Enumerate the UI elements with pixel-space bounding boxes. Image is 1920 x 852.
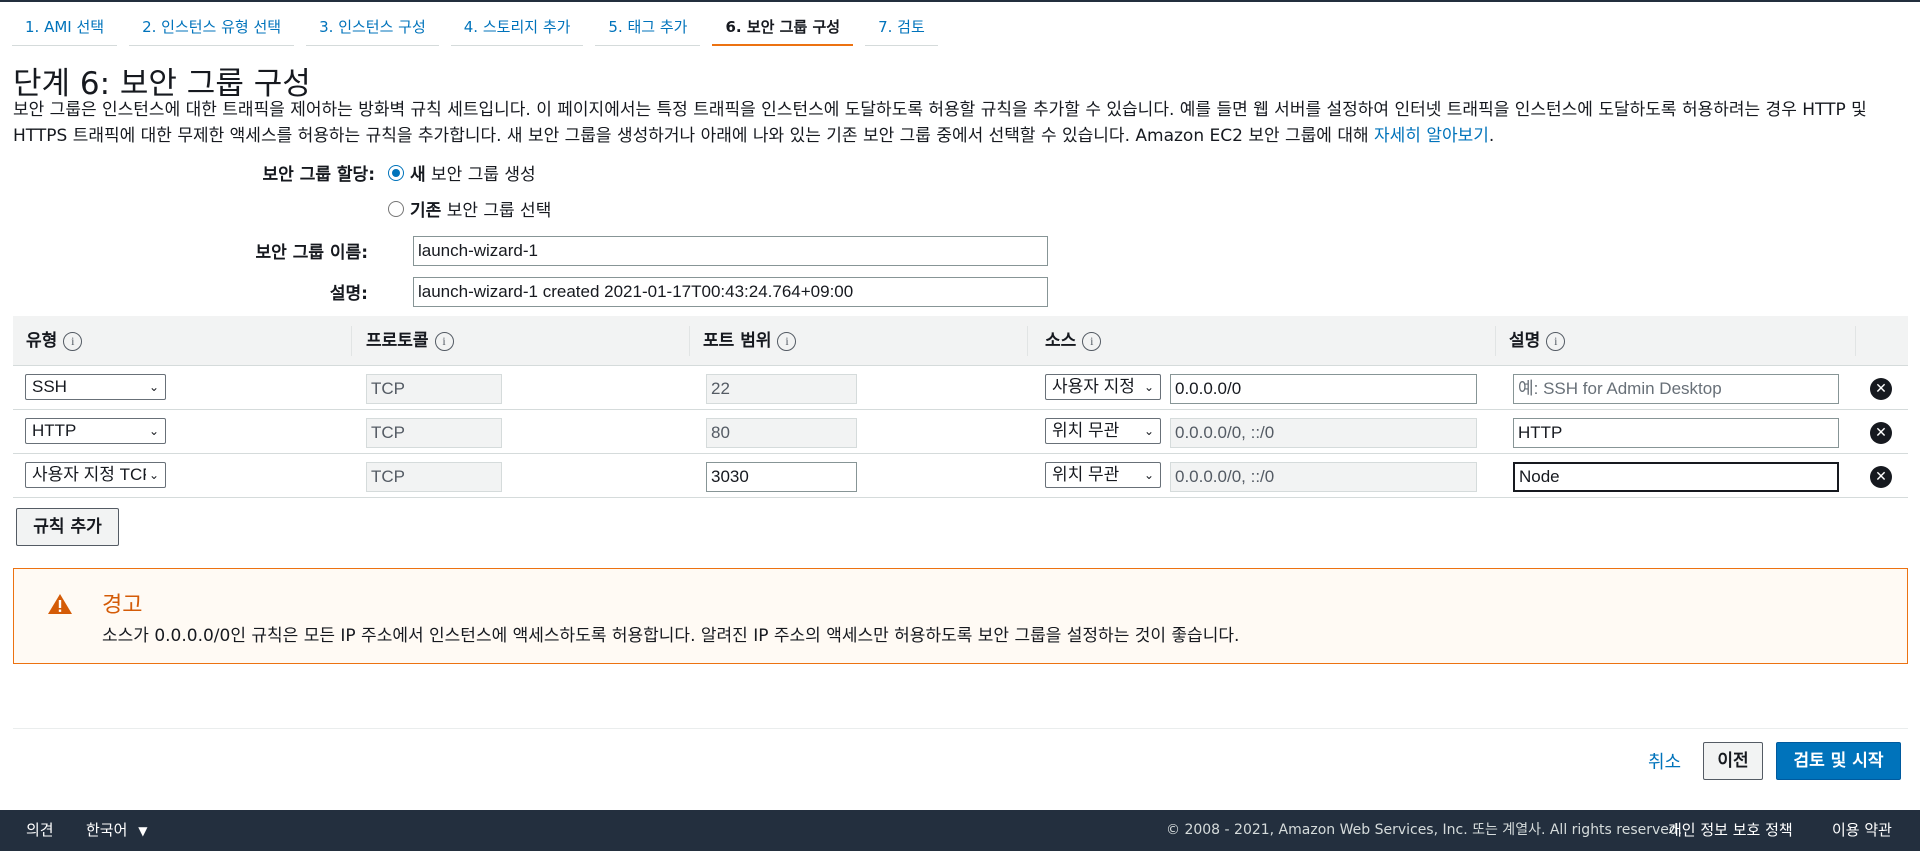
- header-type: 유형 i: [26, 316, 83, 366]
- tab-add-tags[interactable]: 5. 태그 추가: [595, 2, 701, 46]
- rule-protocol: TCP: [366, 418, 502, 448]
- rule-source-cidr: 0.0.0.0/0, ::/0: [1170, 418, 1477, 448]
- rules-table-header: 유형 i 프로토콜 i 포트 범위 i 소스 i 설명 i: [13, 316, 1908, 366]
- footer: 의견 한국어 ▼ © 2008 - 2021, Amazon Web Servi…: [0, 810, 1920, 851]
- sg-description-label: 설명:: [329, 284, 368, 304]
- table-row: HTTP ⌄ TCP 80 위치 무관 ⌄ 0.0.0.0/0, ::/0 HTTP…: [13, 410, 1908, 454]
- intro-end: .: [1488, 126, 1495, 146]
- tab-choose-ami[interactable]: 1. AMI 선택: [12, 2, 118, 46]
- warning-icon: [48, 594, 72, 614]
- warning-title: 경고: [102, 593, 143, 618]
- rule-source-cidr[interactable]: 0.0.0.0/0: [1170, 374, 1477, 404]
- rule-source-select[interactable]: 위치 무관 ⌄: [1045, 462, 1161, 488]
- learn-more-link[interactable]: 자세히 알아보기: [1374, 126, 1489, 146]
- rule-port-range: 80: [706, 418, 857, 448]
- rule-port-range: 22: [706, 374, 857, 404]
- chevron-down-icon: ⌄: [1141, 375, 1157, 399]
- cancel-button[interactable]: 취소: [1648, 748, 1681, 774]
- assign-sg-label: 보안 그룹 할당:: [262, 165, 375, 185]
- terms-link[interactable]: 이용 약관: [1832, 810, 1892, 851]
- wizard-steps: 1. AMI 선택 2. 인스턴스 유형 선택 3. 인스턴스 구성 4. 스토…: [12, 2, 950, 46]
- tab-choose-instance-type[interactable]: 2. 인스턴스 유형 선택: [129, 2, 295, 46]
- actions-divider: [13, 728, 1908, 729]
- rule-type-select[interactable]: 사용자 지정 TCP ⌄: [25, 462, 166, 488]
- caret-down-icon: ▼: [138, 824, 148, 838]
- radio-select-existing-label: 보안 그룹 선택: [446, 201, 552, 221]
- rule-description-input[interactable]: 예: SSH for Admin Desktop: [1513, 374, 1839, 404]
- radio-create-new[interactable]: 새 보안 그룹 생성: [388, 160, 536, 185]
- radio-create-new-bold: 새: [410, 165, 426, 185]
- remove-rule-icon[interactable]: ✕: [1870, 466, 1892, 488]
- radio-create-new-label: 보안 그룹 생성: [431, 165, 536, 185]
- header-separator: [1855, 326, 1856, 356]
- radio-select-existing[interactable]: 기존 보안 그룹 선택: [388, 196, 551, 221]
- info-icon[interactable]: i: [1082, 331, 1102, 351]
- table-row: SSH ⌄ TCP 22 사용자 지정 ⌄ 0.0.0.0/0 예: SSH for…: [13, 366, 1908, 410]
- chevron-down-icon: ⌄: [1141, 463, 1157, 487]
- rule-description-input[interactable]: Node: [1513, 462, 1839, 492]
- tab-configure-security-group[interactable]: 6. 보안 그룹 구성: [712, 2, 854, 46]
- rule-port-range[interactable]: 3030: [706, 462, 857, 492]
- add-rule-button[interactable]: 규칙 추가: [16, 508, 119, 546]
- rule-description-input[interactable]: HTTP: [1513, 418, 1839, 448]
- copyright-text: © 2008 - 2021, Amazon Web Services, Inc.…: [1166, 822, 1683, 838]
- rule-protocol: TCP: [366, 374, 502, 404]
- rule-source-select[interactable]: 사용자 지정 ⌄: [1045, 374, 1161, 400]
- chevron-down-icon: ⌄: [146, 419, 162, 443]
- radio-select-existing-bold: 기존: [410, 201, 442, 221]
- info-icon[interactable]: i: [63, 331, 83, 351]
- tab-review[interactable]: 7. 검토: [865, 2, 938, 46]
- header-separator: [689, 326, 690, 356]
- rule-type-select[interactable]: HTTP ⌄: [25, 418, 166, 444]
- privacy-policy-link[interactable]: 개인 정보 보호 정책: [1668, 810, 1793, 851]
- header-port-range: 포트 범위 i: [703, 316, 797, 366]
- warning-text: 소스가 0.0.0.0/0인 규칙은 모든 IP 주소에서 인스턴스에 액세스하…: [102, 626, 1240, 646]
- chevron-down-icon: ⌄: [1141, 419, 1157, 443]
- rule-source-select[interactable]: 위치 무관 ⌄: [1045, 418, 1161, 444]
- sg-name-input[interactable]: launch-wizard-1: [413, 236, 1048, 266]
- header-description: 설명 i: [1509, 316, 1566, 366]
- info-icon[interactable]: i: [1546, 331, 1566, 351]
- chevron-down-icon: ⌄: [146, 375, 162, 399]
- sg-name-label: 보안 그룹 이름:: [255, 243, 368, 263]
- header-separator: [1495, 326, 1496, 356]
- header-protocol: 프로토콜 i: [366, 316, 454, 366]
- chevron-down-icon: ⌄: [146, 463, 162, 487]
- language-selector[interactable]: 한국어 ▼: [86, 810, 147, 852]
- tab-add-storage[interactable]: 4. 스토리지 추가: [450, 2, 584, 46]
- rule-source-cidr: 0.0.0.0/0, ::/0: [1170, 462, 1477, 492]
- warning-alert: 경고 소스가 0.0.0.0/0인 규칙은 모든 IP 주소에서 인스턴스에 액…: [13, 568, 1908, 664]
- radio-create-new-control[interactable]: [388, 164, 404, 181]
- page-intro: 보안 그룹은 인스턴스에 대한 트래픽을 제어하는 방화벽 규칙 세트입니다. …: [13, 97, 1903, 149]
- info-icon[interactable]: i: [777, 331, 797, 351]
- previous-button[interactable]: 이전: [1703, 742, 1763, 780]
- table-row: 사용자 지정 TCP ⌄ TCP 3030 위치 무관 ⌄ 0.0.0.0/0, :…: [13, 454, 1908, 498]
- rule-type-select[interactable]: SSH ⌄: [25, 374, 166, 400]
- sg-description-input[interactable]: launch-wizard-1 created 2021-01-17T00:43…: [413, 277, 1048, 307]
- rule-protocol: TCP: [366, 462, 502, 492]
- header-separator: [351, 326, 352, 356]
- remove-rule-icon[interactable]: ✕: [1870, 378, 1892, 400]
- info-icon[interactable]: i: [434, 331, 454, 351]
- radio-select-existing-control[interactable]: [388, 200, 404, 217]
- intro-text: 보안 그룹은 인스턴스에 대한 트래픽을 제어하는 방화벽 규칙 세트입니다. …: [13, 100, 1867, 146]
- review-and-launch-button[interactable]: 검토 및 시작: [1776, 742, 1901, 780]
- feedback-link[interactable]: 의견: [26, 810, 54, 851]
- header-source: 소스 i: [1045, 316, 1102, 366]
- remove-rule-icon[interactable]: ✕: [1870, 422, 1892, 444]
- header-separator: [1027, 326, 1028, 356]
- tab-configure-instance[interactable]: 3. 인스턴스 구성: [306, 2, 439, 46]
